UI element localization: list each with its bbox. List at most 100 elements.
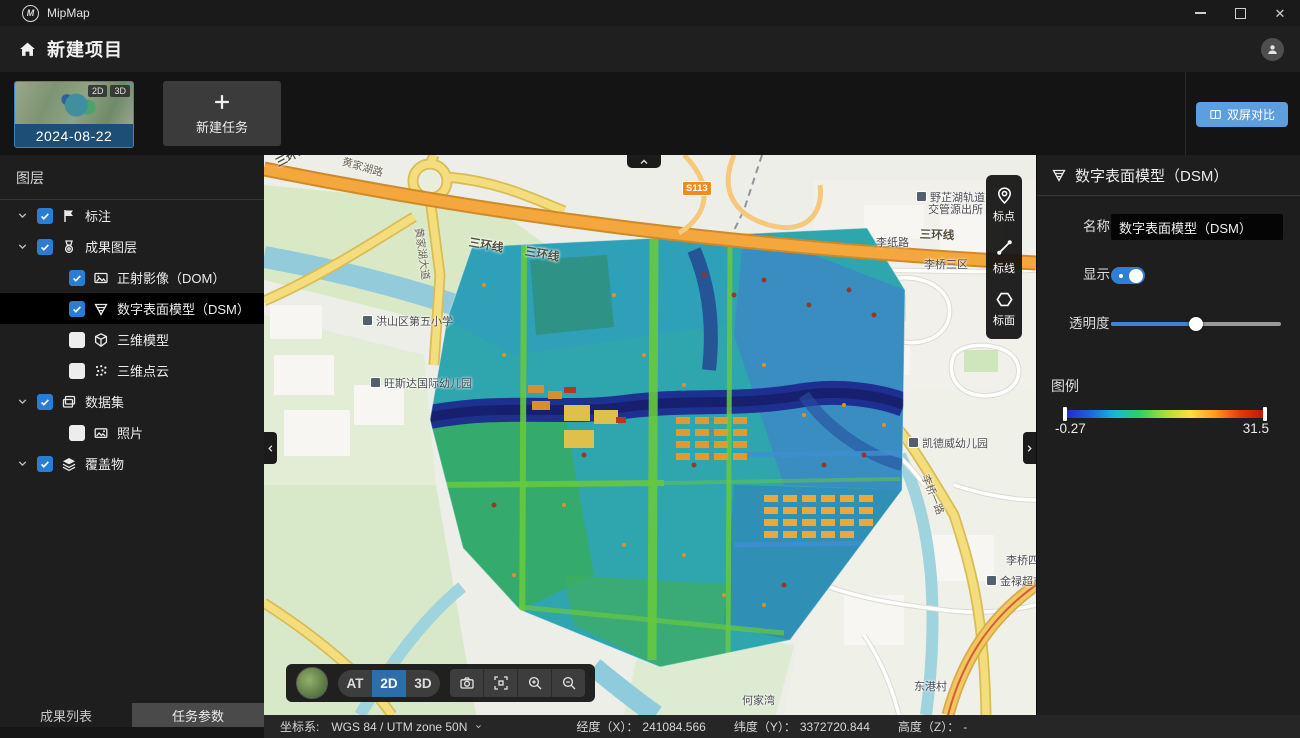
maximize-button[interactable] (1220, 0, 1260, 26)
avatar[interactable] (1261, 38, 1284, 61)
basemap-thumbnail[interactable] (296, 667, 328, 699)
name-input[interactable] (1111, 214, 1283, 240)
layer-row-point-cloud[interactable]: 三维点云 (0, 355, 264, 386)
chevron-down-icon[interactable] (16, 457, 29, 470)
sidebar-tabs: 成果列表任务参数 (0, 703, 264, 727)
line-icon (995, 238, 1014, 257)
collapse-top-button[interactable] (627, 155, 661, 168)
pin-icon (995, 186, 1014, 205)
layer-row-dom[interactable]: 正射影像（DOM） (0, 262, 264, 293)
caret-down-icon (473, 721, 484, 732)
layer-row-result-layers[interactable]: 成果图层 (0, 231, 264, 262)
legend-label: 图例 (1051, 376, 1079, 396)
legend-min-handle[interactable] (1063, 407, 1067, 421)
layer-row-dataset[interactable]: 数据集 (0, 386, 264, 417)
collapse-right-button[interactable] (1023, 432, 1036, 464)
person-icon (1266, 43, 1279, 56)
layer-label: 三维点云 (117, 361, 169, 380)
latitude-value: 3372720.844 (800, 720, 870, 734)
zoom-in-button[interactable] (517, 669, 551, 697)
tab-task-params[interactable]: 任务参数 (132, 703, 264, 727)
layer-row-model-3d[interactable]: 三维模型 (0, 324, 264, 355)
tab-result-list[interactable]: 成果列表 (0, 703, 132, 727)
map-label: 李桥三区 (924, 259, 968, 271)
layer-label: 标注 (85, 206, 111, 225)
tool-mark-area[interactable]: 标面 (986, 283, 1022, 335)
layer-checkbox-annotations[interactable] (37, 208, 53, 224)
toggle-knob (1129, 269, 1143, 283)
layer-checkbox-overlays[interactable] (37, 456, 53, 472)
legend-max-handle[interactable] (1263, 407, 1267, 421)
frame-icon (493, 675, 509, 691)
layer-checkbox-result-layers[interactable] (37, 239, 53, 255)
legend-values: -0.27 31.5 (1055, 421, 1269, 436)
view-mode-switch: AT2D3D (338, 670, 440, 697)
layer-label: 覆盖物 (85, 454, 124, 473)
chevron-right-icon (1024, 443, 1035, 454)
layer-row-overlays[interactable]: 覆盖物 (0, 448, 264, 479)
layer-checkbox-dsm[interactable] (69, 301, 85, 317)
layer-checkbox-photos[interactable] (69, 425, 85, 441)
tool-mark-line[interactable]: 标线 (986, 231, 1022, 283)
layer-checkbox-dom[interactable] (69, 270, 85, 286)
maximize-icon (1235, 8, 1246, 19)
toggle-dot (1119, 274, 1123, 278)
app-name: MipMap (47, 6, 90, 20)
titlebar: M MipMap ✕ (0, 0, 1300, 26)
compare-button[interactable]: 双屏对比 (1196, 102, 1288, 127)
zoom-out-button[interactable] (551, 669, 585, 697)
layer-row-annotations[interactable]: 标注 (0, 200, 264, 231)
close-button[interactable]: ✕ (1260, 0, 1300, 26)
mode-3d-button[interactable]: 3D (406, 670, 440, 697)
crs-selector[interactable]: WGS 84 / UTM zone 50N (331, 720, 484, 734)
layer-row-dsm[interactable]: 数字表面模型（DSM） (0, 293, 264, 324)
layer-row-photos[interactable]: 照片 (0, 417, 264, 448)
zoom-in-icon (527, 675, 543, 691)
chevron-left-icon (265, 443, 276, 454)
new-task-label: 新建任务 (196, 117, 248, 136)
flag-icon (61, 208, 77, 224)
tool-label: 标点 (993, 208, 1015, 224)
sidebar-bottom-strip (0, 727, 264, 738)
collapse-left-button[interactable] (264, 432, 277, 464)
slider-handle[interactable] (1189, 317, 1203, 331)
map-label: 东港村 (914, 681, 947, 693)
longitude-value: 241084.566 (642, 720, 705, 734)
new-task-button[interactable]: 新建任务 (163, 81, 281, 146)
task-strip: 2D3D 2024-08-22 新建任务 双屏对比 (0, 72, 1300, 155)
latitude-readout: 纬度（Y）： 3372720.844 (734, 718, 870, 735)
opacity-label: 透明度 (1069, 311, 1110, 337)
minimize-button[interactable] (1180, 0, 1220, 26)
screenshot-button[interactable] (450, 669, 483, 697)
image-icon (93, 270, 109, 286)
layer-checkbox-dataset[interactable] (37, 394, 53, 410)
layer-label: 成果图层 (85, 237, 137, 256)
map-label: 洪山区第五小学 (362, 315, 453, 328)
layer-checkbox-model-3d[interactable] (69, 332, 85, 348)
layer-label: 数据集 (85, 392, 124, 411)
capture-extent-button[interactable] (483, 669, 517, 697)
properties-header: 数字表面模型（DSM） (1037, 155, 1300, 195)
model3d-icon (93, 332, 109, 348)
chevron-down-icon[interactable] (16, 209, 29, 222)
chevron-down-icon[interactable] (16, 240, 29, 253)
map-canvas[interactable]: 三环线三环线三环线三环线S113黄家湖路黄家湖大道野芷湖轨道交管源出所李纸路李桥… (264, 155, 1036, 715)
map-label: 李桥四区 (1006, 555, 1036, 567)
map-label: 旺斯达国际幼儿园 (370, 377, 472, 390)
opacity-slider[interactable] (1111, 311, 1281, 337)
mode-2d-button[interactable]: 2D (372, 670, 406, 697)
status-bar: 坐标系: WGS 84 / UTM zone 50N 经度（X）： 241084… (264, 715, 1300, 738)
layer-label: 三维模型 (117, 330, 169, 349)
toolbar-icon-group (450, 669, 585, 697)
visibility-toggle[interactable] (1111, 267, 1145, 284)
layer-tree: 标注成果图层正射影像（DOM）数字表面模型（DSM） 三维模型三维点云数据集照片覆… (0, 200, 264, 479)
home-icon[interactable] (18, 40, 37, 59)
tool-mark-point[interactable]: 标点 (986, 179, 1022, 231)
map-label: 三环线 (920, 229, 955, 242)
plus-icon (212, 92, 232, 112)
task-card[interactable]: 2D3D 2024-08-22 (14, 81, 134, 148)
crs-value: WGS 84 / UTM zone 50N (331, 720, 467, 734)
layer-checkbox-point-cloud[interactable] (69, 363, 85, 379)
mode-at-button[interactable]: AT (338, 670, 372, 697)
chevron-down-icon[interactable] (16, 395, 29, 408)
